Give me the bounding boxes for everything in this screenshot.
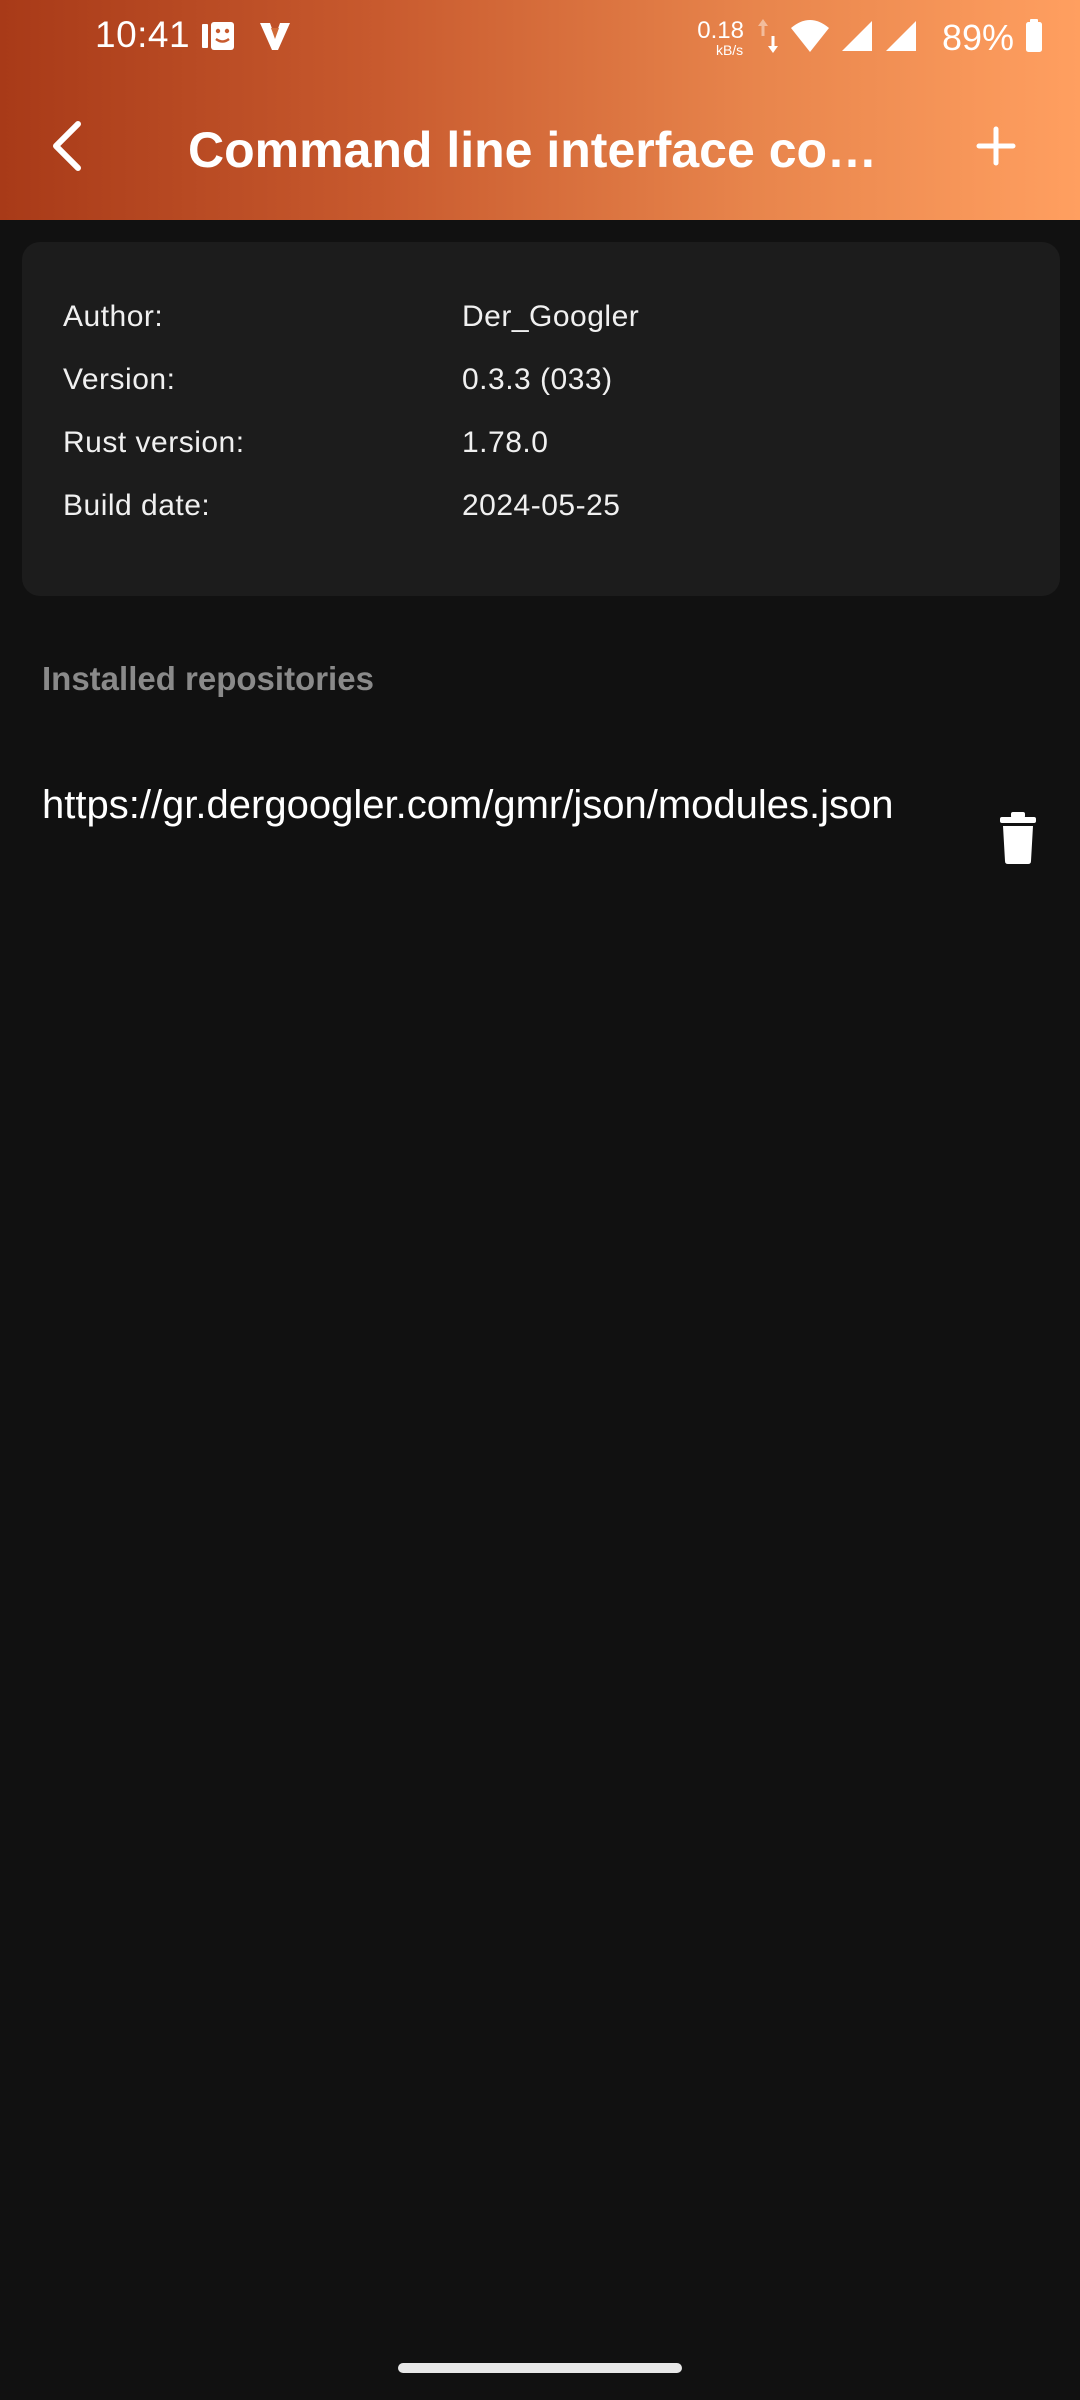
info-label: Rust version:: [63, 426, 245, 459]
trash-icon: [998, 811, 1038, 870]
gallery-notification-icon: [200, 18, 236, 59]
notification-icons: [200, 18, 292, 58]
back-button[interactable]: [32, 112, 104, 184]
info-label: Version:: [63, 363, 176, 396]
delete-repository-button[interactable]: [978, 800, 1058, 880]
network-speed: 0.18 kB/s: [697, 17, 744, 58]
repository-url: https://gr.dergoogler.com/gmr/json/modul…: [42, 783, 894, 827]
info-value: Der_Googler: [462, 300, 640, 333]
info-label: Author:: [63, 300, 164, 333]
cell-signal-icon-2: [884, 19, 918, 58]
wifi-icon: [790, 18, 830, 59]
info-label: Build date:: [63, 489, 211, 522]
network-speed-value: 0.18: [697, 17, 744, 44]
module-info-card: Author: Der_Googler Version: 0.3.3 (033)…: [22, 242, 1060, 596]
info-value: 0.3.3 (033): [462, 363, 613, 396]
info-value: 1.78.0: [462, 426, 549, 459]
info-row-author: Author: Der_Googler: [63, 300, 1023, 350]
plus-icon: [976, 126, 1016, 171]
add-repository-button[interactable]: [960, 112, 1032, 184]
page-title: Command line interface co…: [188, 122, 878, 178]
list-item[interactable]: https://gr.dergoogler.com/gmr/json/modul…: [0, 760, 1080, 920]
network-speed-unit: kB/s: [715, 42, 744, 58]
info-row-rust-version: Rust version: 1.78.0: [63, 426, 1023, 476]
info-value: 2024-05-25: [462, 489, 621, 522]
status-right: 0.18 kB/s 89%: [697, 12, 1044, 64]
app-bar: 10:41 0.18 kB/s 89% Command line interfa…: [0, 0, 1080, 220]
arrow-back-icon: [48, 120, 88, 177]
cell-signal-icon: [840, 19, 874, 58]
section-header-installed-repositories: Installed repositories: [42, 660, 374, 697]
data-arrows-icon: [756, 16, 780, 61]
battery-percent: 89%: [941, 17, 1014, 58]
info-row-version: Version: 0.3.3 (033): [63, 363, 1023, 413]
battery-icon: [1024, 18, 1044, 59]
toolbar: Command line interface co…: [0, 76, 1080, 220]
home-indicator[interactable]: [398, 2363, 682, 2373]
status-time: 10:41: [95, 14, 191, 55]
info-row-build-date: Build date: 2024-05-25: [63, 489, 1023, 539]
v-app-notification-icon: [258, 19, 292, 58]
status-bar: 10:41 0.18 kB/s 89%: [0, 0, 1080, 76]
